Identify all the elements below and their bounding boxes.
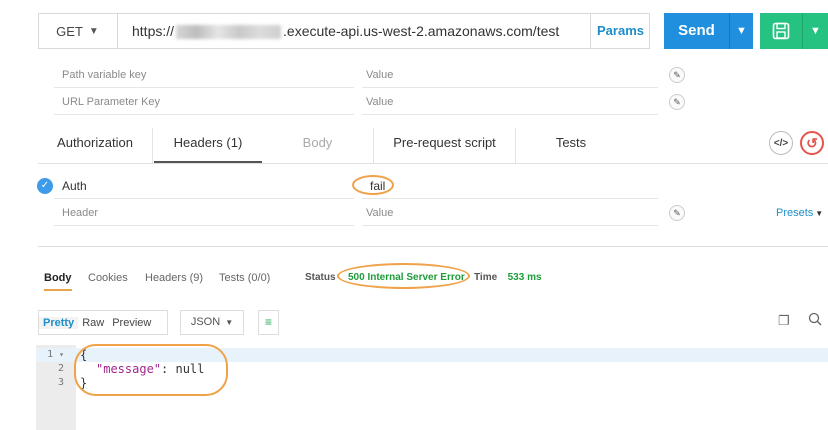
tabs-divider — [38, 163, 828, 164]
line-number: 3 — [57, 377, 64, 388]
wrap-lines-icon[interactable]: ≡ — [258, 310, 279, 335]
view-mode-group: Pretty Raw Preview — [38, 310, 168, 335]
checkmark-icon[interactable]: ✓ — [37, 178, 53, 194]
new-header-key-input[interactable]: Header — [54, 200, 354, 226]
presets-label: Presets — [776, 207, 814, 219]
tab-body[interactable]: Body — [262, 128, 374, 164]
path-variable-key-input[interactable]: Path variable key — [54, 62, 354, 88]
chevron-down-icon: ▼ — [225, 318, 234, 327]
format-label: JSON — [190, 316, 221, 328]
header-value-input[interactable]: fail — [362, 173, 658, 199]
save-dropdown-button[interactable]: ▼ — [802, 13, 828, 49]
tab-tests[interactable]: Tests — [516, 128, 626, 164]
tab-pre-request-script[interactable]: Pre-request script — [374, 128, 516, 164]
header-key-input[interactable]: Auth — [54, 173, 354, 199]
time-value: 533 ms — [507, 272, 542, 283]
highlight-oval — [337, 263, 470, 289]
url-prefix: https:// — [132, 23, 175, 39]
line-number: 1 ▾ — [47, 349, 64, 360]
chevron-down-icon: ▼ — [88, 25, 99, 37]
tab-authorization[interactable]: Authorization — [38, 128, 153, 164]
response-tab-tests[interactable]: Tests (0/0) — [219, 268, 270, 288]
status-label-wrap: Status — [305, 268, 336, 286]
copy-icon[interactable]: ❐ — [778, 313, 790, 329]
url-parameter-key-input[interactable]: URL Parameter Key — [54, 89, 354, 115]
pencil-icon[interactable]: ✎ — [669, 205, 685, 221]
format-select[interactable]: JSON ▼ — [180, 310, 244, 335]
response-tab-body[interactable]: Body — [44, 268, 72, 291]
method-label: GET — [56, 23, 83, 39]
code-snippet-icon[interactable]: </> — [769, 131, 793, 155]
status-label: Status — [305, 272, 336, 283]
url-input[interactable]: https:// .execute-api.us-west-2.amazonaws… — [132, 13, 559, 49]
url-parameter-value-input[interactable]: Value — [362, 89, 658, 115]
reset-icon[interactable]: ↺ — [800, 131, 824, 155]
send-button[interactable]: Send — [664, 13, 729, 49]
save-button[interactable] — [760, 13, 802, 49]
response-tab-cookies[interactable]: Cookies — [88, 268, 128, 288]
highlight-oval — [74, 344, 228, 396]
mode-preview[interactable]: Preview — [108, 317, 155, 329]
new-header-value-input[interactable]: Value — [362, 200, 658, 226]
pencil-icon[interactable]: ✎ — [669, 67, 685, 83]
chevron-down-icon: ▼ — [815, 209, 824, 218]
floppy-disk-icon — [772, 22, 790, 40]
presets-dropdown[interactable]: Presets ▼ — [776, 200, 823, 227]
params-button[interactable]: Params — [590, 13, 650, 49]
highlight-oval — [352, 175, 394, 195]
pencil-icon[interactable]: ✎ — [669, 94, 685, 110]
time-label: Time — [474, 272, 498, 283]
time-wrap: Time 533 ms — [474, 268, 542, 286]
section-divider — [38, 246, 828, 247]
url-suffix: .execute-api.us-west-2.amazonaws.com/tes… — [283, 23, 560, 39]
mode-raw[interactable]: Raw — [78, 317, 108, 329]
chevron-down-icon: ▼ — [736, 25, 747, 37]
line-number: 2 — [57, 363, 64, 374]
response-tab-headers[interactable]: Headers (9) — [145, 268, 203, 288]
redacted-url-segment — [176, 25, 282, 40]
search-icon[interactable] — [808, 312, 822, 326]
path-variable-value-input[interactable]: Value — [362, 62, 658, 88]
method-select[interactable]: GET ▼ — [38, 13, 118, 49]
send-dropdown-button[interactable]: ▼ — [729, 13, 753, 49]
tab-headers[interactable]: Headers (1) — [154, 128, 262, 164]
mode-pretty[interactable]: Pretty — [39, 316, 79, 329]
chevron-down-icon: ▼ — [810, 25, 821, 37]
